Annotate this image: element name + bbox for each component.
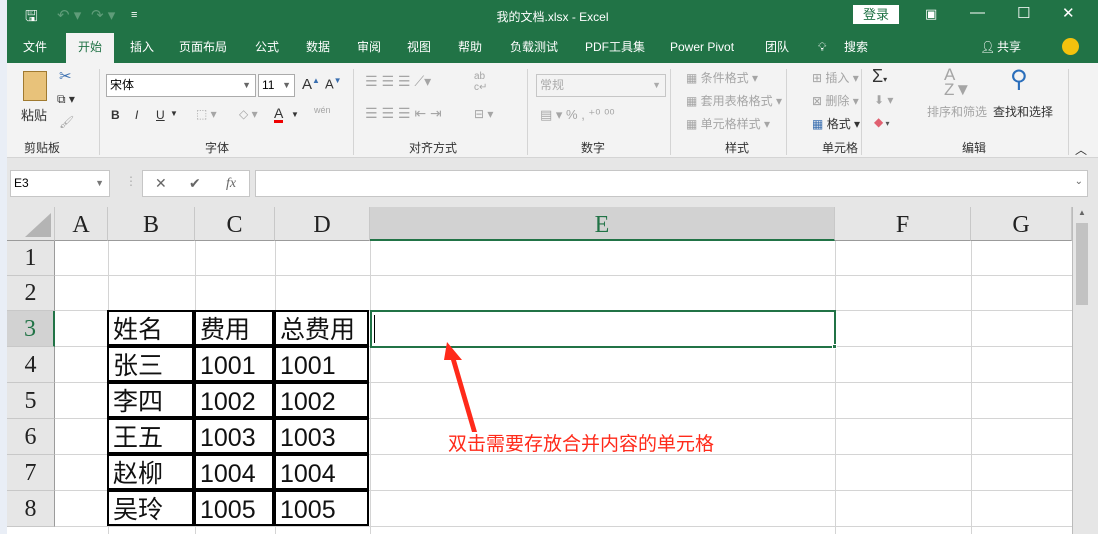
red-arrow [444,342,477,432]
annotation-text: 双击需要存放合并内容的单元格 [448,433,715,455]
